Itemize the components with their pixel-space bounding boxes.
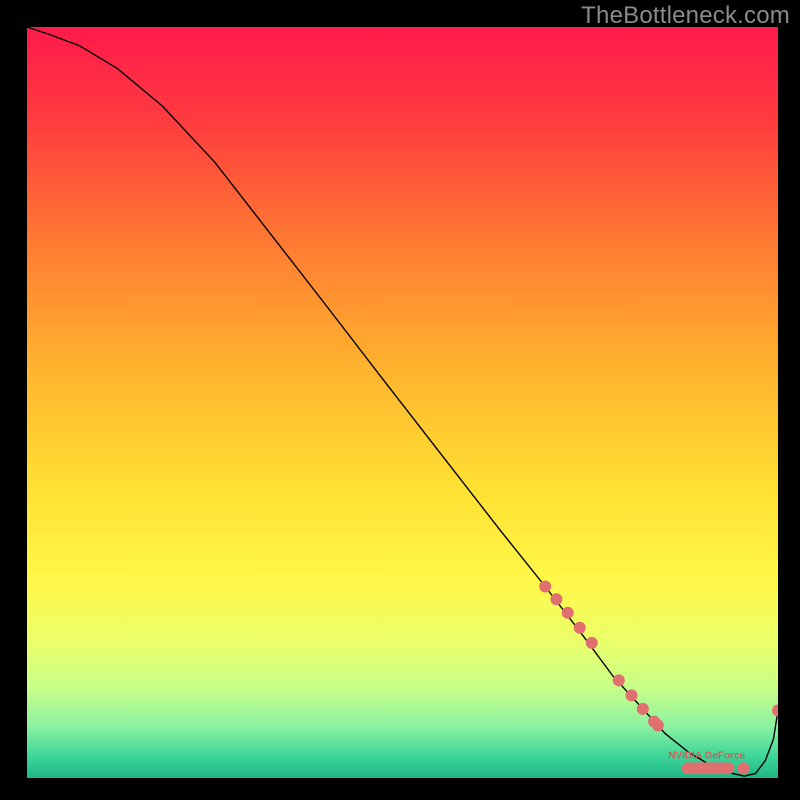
marker-label: NVIDIA GeForce (668, 750, 745, 761)
chart-marker (539, 581, 551, 593)
chart-svg: NVIDIA GeForce (27, 27, 778, 778)
chart-marker (613, 674, 625, 686)
chart-marker (550, 593, 562, 605)
chart-marker (722, 762, 734, 774)
chart-marker (637, 703, 649, 715)
chart-marker (586, 637, 598, 649)
watermark-text: TheBottleneck.com (581, 2, 790, 30)
chart-marker (574, 622, 586, 634)
chart-marker (562, 607, 574, 619)
chart-marker (737, 762, 749, 774)
chart-plot-area: NVIDIA GeForce (27, 27, 778, 778)
chart-background (27, 27, 778, 778)
chart-marker (652, 719, 664, 731)
chart-frame: TheBottleneck.com NVIDIA GeForce (0, 0, 800, 800)
chart-marker (626, 689, 638, 701)
